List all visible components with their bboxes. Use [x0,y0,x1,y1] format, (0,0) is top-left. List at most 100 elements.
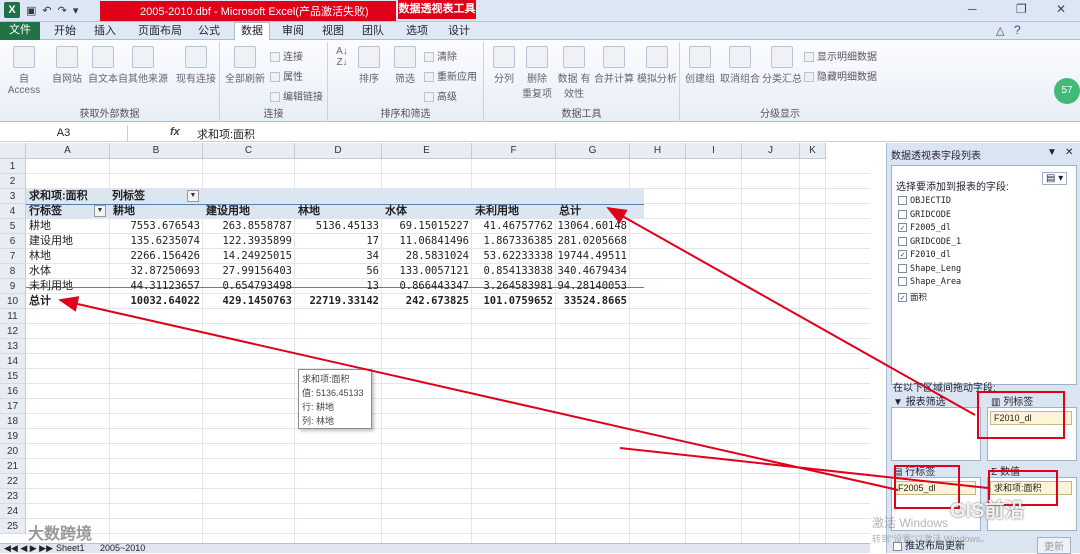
field-checkbox[interactable]: ✓ [898,223,907,232]
pivot-value-cell[interactable]: 135.6235074 [110,234,200,249]
field-checkbox[interactable]: ✓ [898,250,907,259]
pivot-col-header[interactable]: 林地 [298,204,381,219]
row-header-1[interactable]: 1 [0,159,26,174]
tab-page-layout[interactable]: 页面布局 [132,23,188,40]
row-header-19[interactable]: 19 [0,429,26,444]
row-header-3[interactable]: 3 [0,189,26,204]
column-labels-caption[interactable]: 列标签 [112,189,182,204]
pivot-value-cell[interactable]: 0.654793498 [203,279,292,294]
pivot-value-cell[interactable]: 122.3935899 [203,234,292,249]
fx-icon[interactable]: fx [170,126,180,138]
row-header-22[interactable]: 22 [0,474,26,489]
row-header-12[interactable]: 12 [0,324,26,339]
text-to-columns-button[interactable]: 分列 [490,46,518,85]
advanced-button[interactable]: 高级 [424,88,457,103]
row-header-13[interactable]: 13 [0,339,26,354]
pivot-value-cell[interactable]: 14.24925015 [203,249,292,264]
data-validation-button[interactable]: 数据 有效性 [556,46,592,100]
column-header-I[interactable]: I [686,143,742,159]
from-access-button[interactable]: 自 Access [4,46,44,96]
consolidate-button[interactable]: 合并计算 [592,46,636,85]
connections-button[interactable]: 连接 [270,48,303,63]
field-item[interactable]: OBJECTID [898,196,951,206]
pivot-row-label[interactable]: 耕地 [29,219,109,234]
field-checkbox[interactable] [898,196,907,205]
pivot-row-label[interactable]: 未利用地 [29,279,109,294]
pivot-value-cell[interactable]: 281.0205668 [556,234,627,249]
notification-badge[interactable]: 57 [1054,78,1080,104]
refresh-all-button[interactable]: 全部刷新 [224,46,266,85]
field-item[interactable]: ✓ F2005_dl [898,223,951,233]
column-header-C[interactable]: C [203,143,295,159]
tab-data[interactable]: 数据 [234,22,270,41]
tab-team[interactable]: 团队 [356,23,390,40]
undo-icon[interactable]: ↶ [42,4,51,17]
tab-design[interactable]: 设计 [442,23,476,40]
row-header-7[interactable]: 7 [0,249,26,264]
field-checkbox[interactable] [898,236,907,246]
select-all-corner[interactable] [0,143,26,159]
grand-total-cell[interactable]: 22719.33142 [295,294,379,309]
field-checkbox[interactable] [898,263,907,273]
row-header-14[interactable]: 14 [0,354,26,369]
sheet-tab-2005-2010[interactable]: 2005~2010 [100,543,145,553]
column-header-J[interactable]: J [742,143,800,159]
column-labels-dropdown-icon[interactable]: ▼ [187,190,199,202]
pivot-value-cell[interactable]: 56 [295,264,379,279]
grand-total-label[interactable]: 总计 [29,294,109,309]
pivot-value-cell[interactable]: 69.15015227 [382,219,469,234]
field-checkbox[interactable] [898,209,907,219]
pivot-value-cell[interactable]: 53.62233338 [472,249,553,264]
panel-close-icon[interactable]: ✕ [1065,147,1073,158]
sheet-tab-sheet1[interactable]: Sheet1 [56,543,85,553]
column-header-H[interactable]: H [630,143,686,159]
sort-button[interactable]: 排序 [354,46,384,85]
row-header-18[interactable]: 18 [0,414,26,429]
formula-input[interactable]: 求和项:面积 [197,126,255,142]
row-header-9[interactable]: 9 [0,279,26,294]
column-header-G[interactable]: G [556,143,630,159]
column-header-F[interactable]: F [472,143,556,159]
field-checkbox[interactable]: ✓ [898,292,907,302]
pivot-col-header[interactable]: 总计 [559,204,629,219]
filter-button[interactable]: 筛选 [390,46,420,85]
column-header-A[interactable]: A [26,143,110,159]
spreadsheet-grid[interactable]: ABCDEFGHIJK 1 2 3 4 5 6 7 8 9 10 11 12 13 14 15 16 17 18 1… [0,143,870,543]
row-header-11[interactable]: 11 [0,309,26,324]
grand-total-cell[interactable]: 33524.8665 [556,294,627,309]
pivot-value-cell[interactable]: 44.31123657 [110,279,200,294]
pivot-col-header[interactable]: 建设用地 [206,204,294,219]
pivot-value-cell[interactable]: 1.867336385 [472,234,553,249]
report-filter-area[interactable] [891,407,981,461]
row-header-5[interactable]: 5 [0,219,26,234]
properties-button[interactable]: 属性 [270,68,303,83]
pivot-value-cell[interactable]: 0.866443347 [382,279,469,294]
sheet-nav-icon[interactable]: ◀◀ ◀ ▶ ▶▶ [4,543,53,554]
pivot-value-cell[interactable]: 133.0057121 [382,264,469,279]
tab-formulas[interactable]: 公式 [192,23,226,40]
tab-insert[interactable]: 插入 [88,23,122,40]
pivot-value-cell[interactable]: 17 [295,234,379,249]
pivot-value-cell[interactable]: 263.8558787 [203,219,292,234]
tab-file[interactable]: 文件 [0,22,40,40]
pivot-value-cell[interactable]: 19744.49511 [556,249,627,264]
name-box[interactable]: A3 [0,125,128,141]
row-header-16[interactable]: 16 [0,384,26,399]
tab-review[interactable]: 审阅 [276,23,310,40]
show-detail-button[interactable]: 显示明细数据 [804,48,877,63]
field-item[interactable]: ✓ 面积 [898,291,927,303]
pivot-value-cell[interactable]: 0.854133838 [472,264,553,279]
row-labels-dropdown-icon[interactable]: ▼ [94,205,106,217]
field-item[interactable]: GRIDCODE_1 [898,236,961,247]
pivot-value-cell[interactable]: 13 [295,279,379,294]
row-header-15[interactable]: 15 [0,369,26,384]
pivot-col-header[interactable]: 未利用地 [475,204,555,219]
pivot-value-cell[interactable]: 27.99156403 [203,264,292,279]
clear-button[interactable]: 清除 [424,48,457,63]
column-header-D[interactable]: D [295,143,382,159]
update-button[interactable]: 更新 [1037,537,1071,554]
tab-home[interactable]: 开始 [48,23,82,40]
pivot-value-cell[interactable]: 340.4679434 [556,264,627,279]
pivot-value-cell[interactable]: 3.264583981 [472,279,553,294]
row-header-17[interactable]: 17 [0,399,26,414]
